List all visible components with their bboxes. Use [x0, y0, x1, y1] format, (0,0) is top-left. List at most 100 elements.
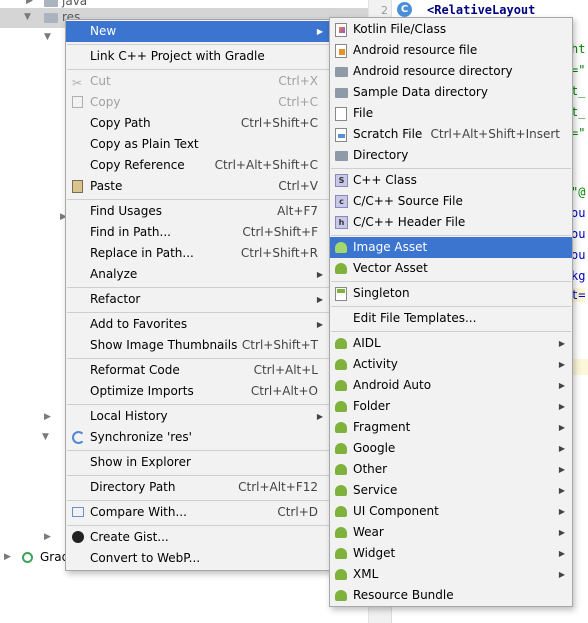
- menu-separator: [331, 306, 571, 307]
- submenu-item-vector-asset[interactable]: Vector Asset: [330, 258, 572, 279]
- submenu-item-android-resource-directory[interactable]: Android resource directory: [330, 61, 572, 82]
- context-menu: New ▶ Link C++ Project with Gradle ✂ Cut…: [65, 19, 331, 571]
- submenu-arrow-icon: ▶: [558, 444, 565, 453]
- resource-bundle-icon: [335, 590, 347, 601]
- submenu-item-cpp-header-file[interactable]: h C/C++ Header File: [330, 212, 572, 233]
- submenu-item-edit-file-templates[interactable]: Edit File Templates...: [330, 308, 572, 329]
- code-fragment: t_: [571, 84, 586, 98]
- code-fragment: ou: [571, 248, 586, 262]
- android-icon: [335, 485, 347, 496]
- menu-separator: [331, 168, 571, 169]
- submenu-item-service[interactable]: Service ▶: [330, 480, 572, 501]
- submenu-item-xml[interactable]: XML ▶: [330, 564, 572, 585]
- submenu-item-singleton[interactable]: Singleton: [330, 283, 572, 304]
- submenu-arrow-icon: ▶: [558, 423, 565, 432]
- menu-item-create-gist[interactable]: Create Gist...: [66, 527, 330, 548]
- menu-item-optimize-imports[interactable]: Optimize Imports Ctrl+Alt+O: [66, 381, 330, 402]
- submenu-item-fragment[interactable]: Fragment ▶: [330, 417, 572, 438]
- menu-item-show-in-explorer[interactable]: Show in Explorer: [66, 452, 330, 473]
- submenu-item-directory[interactable]: Directory: [330, 145, 572, 166]
- submenu-item-google[interactable]: Google ▶: [330, 438, 572, 459]
- menu-item-copy-path[interactable]: Copy Path Ctrl+Shift+C: [66, 113, 330, 134]
- submenu-item-widget[interactable]: Widget ▶: [330, 543, 572, 564]
- android-icon: [335, 443, 347, 454]
- folder-icon: [335, 88, 348, 98]
- submenu-item-android-auto[interactable]: Android Auto ▶: [330, 375, 572, 396]
- github-icon: [72, 531, 84, 543]
- submenu-item-image-asset[interactable]: Image Asset: [330, 237, 572, 258]
- menu-separator: [67, 199, 329, 200]
- submenu-item-activity[interactable]: Activity ▶: [330, 354, 572, 375]
- submenu-item-other[interactable]: Other ▶: [330, 459, 572, 480]
- submenu-arrow-icon: ▶: [558, 339, 565, 348]
- class-icon: C: [397, 2, 412, 17]
- menu-item-synchronize[interactable]: Synchronize 'res': [66, 427, 330, 448]
- submenu-arrow-icon: ▶: [316, 270, 323, 279]
- menu-separator: [67, 404, 329, 405]
- menu-item-copy[interactable]: Copy Ctrl+C: [66, 92, 330, 113]
- code-fragment: ht: [571, 42, 586, 56]
- menu-item-find-usages[interactable]: Find Usages Alt+F7: [66, 201, 330, 222]
- menu-item-directory-path[interactable]: Directory Path Ctrl+Alt+F12: [66, 477, 330, 498]
- clipboard-icon: [72, 180, 83, 193]
- submenu-arrow-icon: ▶: [558, 465, 565, 474]
- menu-item-copy-reference[interactable]: Copy Reference Ctrl+Alt+Shift+C: [66, 155, 330, 176]
- line-highlight: [571, 359, 588, 375]
- code-line: <RelativeLayout: [427, 3, 536, 17]
- android-icon: [335, 380, 347, 391]
- submenu-item-resource-bundle[interactable]: Resource Bundle: [330, 585, 572, 606]
- expand-arrow-icon[interactable]: ▶: [4, 552, 11, 562]
- menu-item-cut[interactable]: ✂ Cut Ctrl+X: [66, 71, 330, 92]
- copy-icon: [72, 96, 83, 108]
- submenu-arrow-icon: ▶: [558, 528, 565, 537]
- submenu-item-aidl[interactable]: AIDL ▶: [330, 333, 572, 354]
- code-fragment: =": [571, 63, 586, 77]
- menu-item-find-in-path[interactable]: Find in Path... Ctrl+Shift+F: [66, 222, 330, 243]
- menu-item-refactor[interactable]: Refactor ▶: [66, 289, 330, 310]
- submenu-item-cpp-source-file[interactable]: c C/C++ Source File: [330, 191, 572, 212]
- menu-item-new[interactable]: New ▶: [66, 21, 330, 42]
- submenu-item-folder[interactable]: Folder ▶: [330, 396, 572, 417]
- android-icon: [335, 422, 347, 433]
- expand-arrow-icon[interactable]: ▶: [44, 412, 51, 422]
- sync-icon: [72, 431, 85, 444]
- menu-item-paste[interactable]: Paste Ctrl+V: [66, 176, 330, 197]
- code-fragment: "@: [571, 185, 586, 199]
- menu-item-analyze[interactable]: Analyze ▶: [66, 264, 330, 285]
- submenu-item-ui-component[interactable]: UI Component ▶: [330, 501, 572, 522]
- compare-icon: [72, 507, 84, 517]
- submenu-arrow-icon: ▶: [558, 381, 565, 390]
- android-icon: [335, 506, 347, 517]
- menu-item-copy-plain-text[interactable]: Copy as Plain Text: [66, 134, 330, 155]
- menu-separator: [331, 331, 571, 332]
- menu-separator: [67, 525, 329, 526]
- submenu-item-wear[interactable]: Wear ▶: [330, 522, 572, 543]
- menu-separator: [67, 500, 329, 501]
- menu-item-replace-in-path[interactable]: Replace in Path... Ctrl+Shift+R: [66, 243, 330, 264]
- menu-item-convert-to-webp[interactable]: Convert to WebP...: [66, 548, 330, 569]
- submenu-item-cpp-class[interactable]: S C++ Class: [330, 170, 572, 191]
- submenu-item-kotlin-file[interactable]: Kotlin File/Class: [330, 19, 572, 40]
- scratch-file-icon: [335, 128, 347, 142]
- kotlin-file-icon: [335, 23, 347, 37]
- expand-arrow-icon[interactable]: ▶: [44, 532, 51, 542]
- menu-item-compare-with[interactable]: Compare With... Ctrl+D: [66, 502, 330, 523]
- menu-item-reformat-code[interactable]: Reformat Code Ctrl+Alt+L: [66, 360, 330, 381]
- collapse-arrow-icon[interactable]: ▼: [42, 432, 49, 442]
- submenu-item-scratch-file[interactable]: Scratch File Ctrl+Alt+Shift+Insert: [330, 124, 572, 145]
- submenu-item-android-resource-file[interactable]: Android resource file: [330, 40, 572, 61]
- expand-arrow-icon[interactable]: ▶: [26, 0, 33, 6]
- collapse-arrow-icon[interactable]: ▼: [44, 32, 51, 42]
- collapse-arrow-icon[interactable]: ▼: [24, 12, 31, 22]
- submenu-arrow-icon: ▶: [558, 549, 565, 558]
- code-fragment: ou: [571, 206, 586, 220]
- android-icon: [335, 263, 347, 274]
- submenu-item-file[interactable]: File: [330, 103, 572, 124]
- code-fragment: t_: [571, 105, 586, 119]
- menu-item-link-cpp-project[interactable]: Link C++ Project with Gradle: [66, 46, 330, 67]
- menu-item-add-to-favorites[interactable]: Add to Favorites ▶: [66, 314, 330, 335]
- menu-item-show-image-thumbnails[interactable]: Show Image Thumbnails Ctrl+Shift+T: [66, 335, 330, 356]
- menu-item-local-history[interactable]: Local History ▶: [66, 406, 330, 427]
- submenu-item-sample-data-directory[interactable]: Sample Data directory: [330, 82, 572, 103]
- submenu-arrow-icon: ▶: [316, 295, 323, 304]
